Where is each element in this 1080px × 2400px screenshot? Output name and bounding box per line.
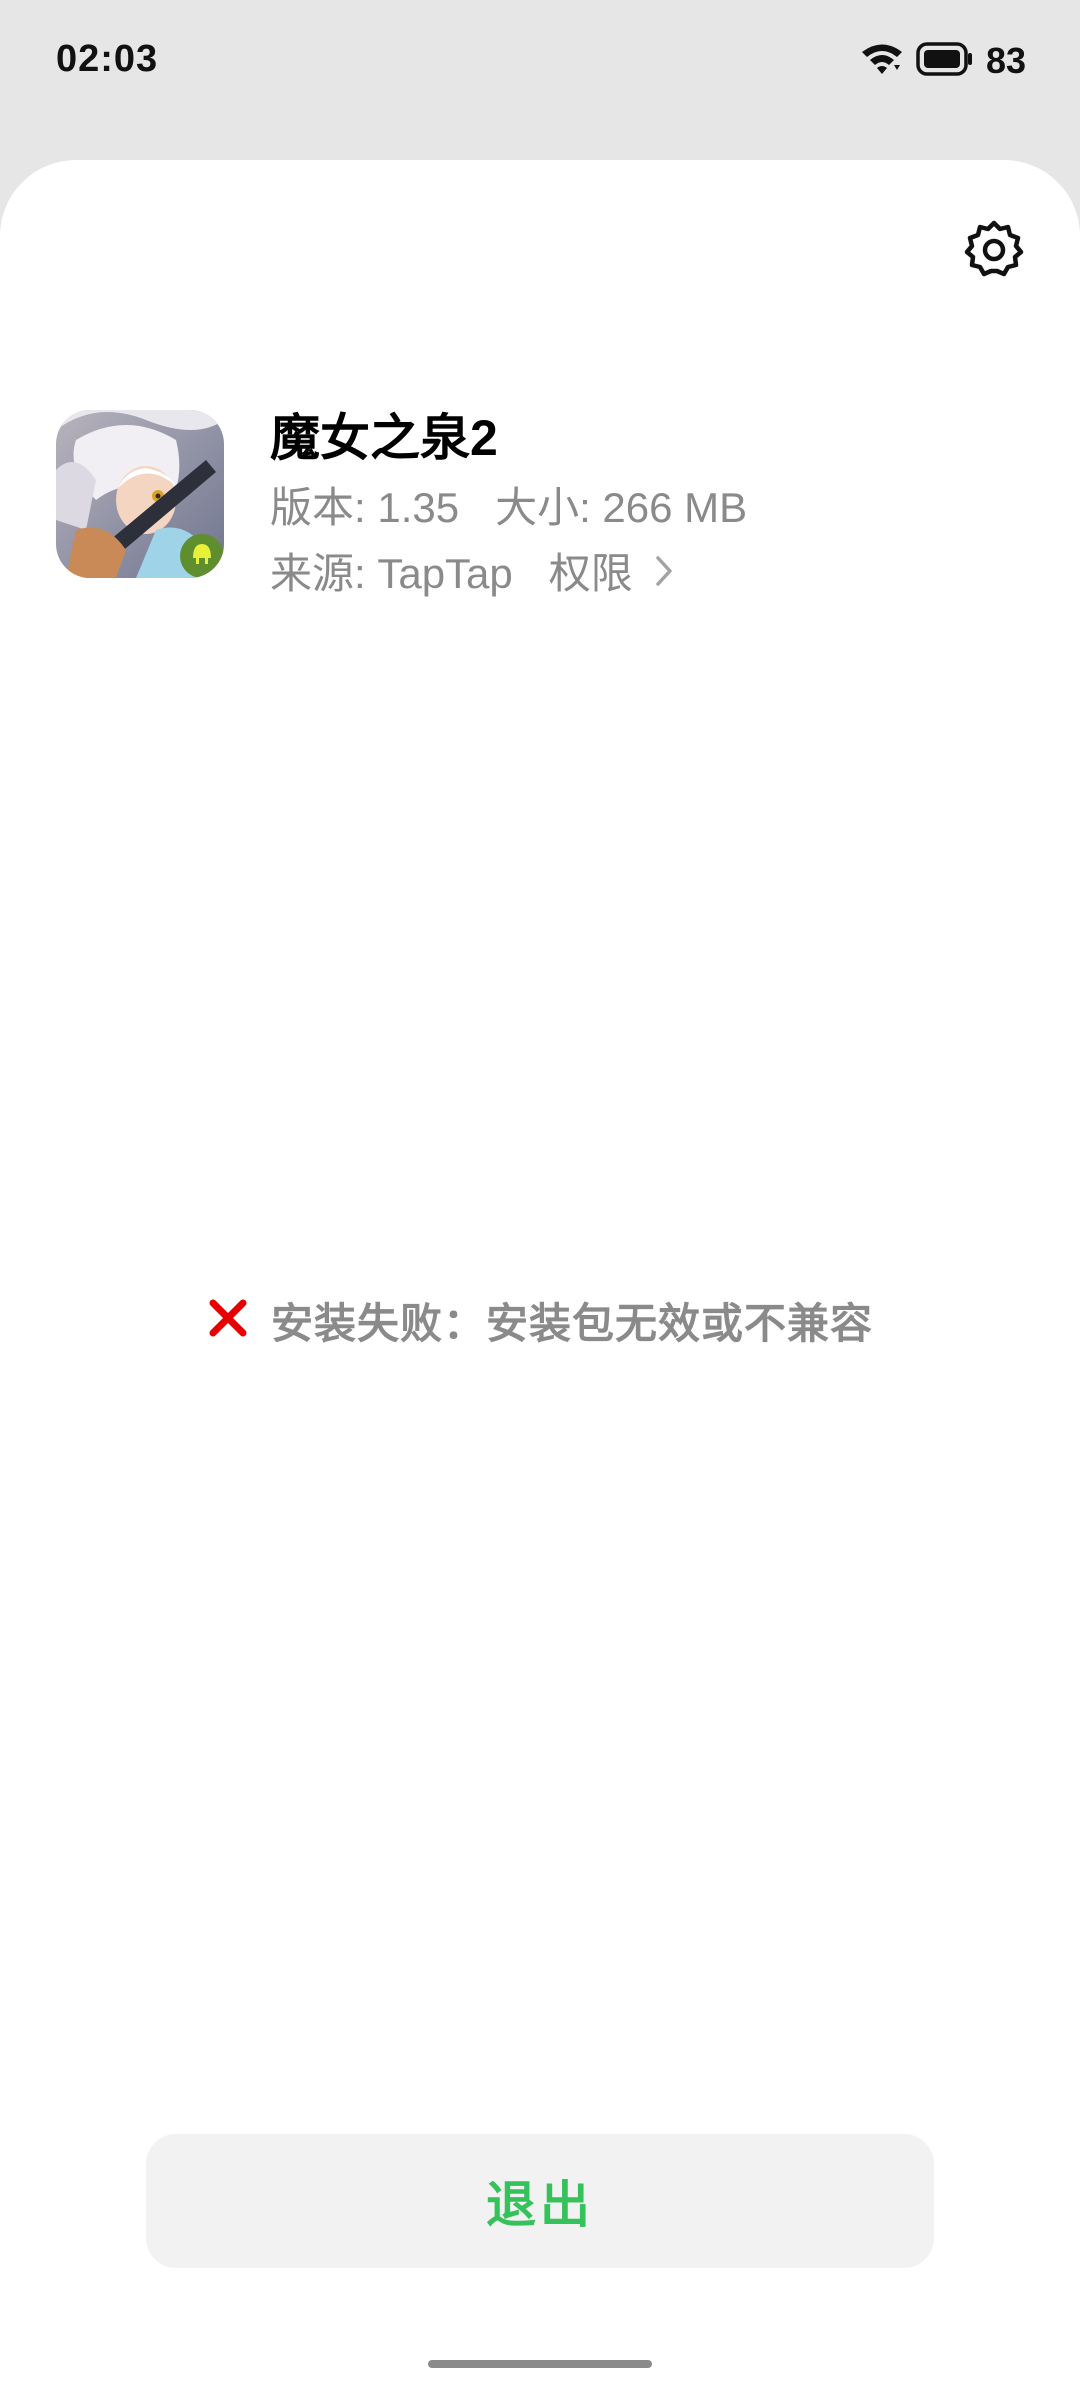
status-icons: 83 bbox=[860, 40, 1026, 82]
permissions-link[interactable]: 权限 bbox=[549, 540, 673, 601]
permissions-label: 权限 bbox=[548, 550, 633, 597]
settings-button[interactable] bbox=[962, 220, 1026, 284]
install-result: 安装失败：安装包无效或不兼容 bbox=[0, 1290, 1080, 1351]
app-meta-version-size: 版本: 1.35 大小: 266 MB bbox=[270, 474, 747, 535]
install-failure-message: 安装失败：安装包无效或不兼容 bbox=[270, 1300, 873, 1347]
app-size: 大小: 266 MB bbox=[495, 484, 748, 531]
status-bar: 02:03 83 bbox=[0, 0, 1080, 130]
battery-icon bbox=[916, 41, 974, 81]
exit-button[interactable]: 退出 bbox=[146, 2134, 934, 2268]
battery-level: 83 bbox=[985, 40, 1026, 81]
app-meta-source: 来源: TapTap 权限 bbox=[270, 540, 673, 601]
exit-button-label: 退出 bbox=[486, 2177, 594, 2233]
wifi-icon bbox=[860, 41, 904, 82]
app-name: 魔女之泉2 bbox=[270, 410, 498, 466]
app-source: 来源: TapTap bbox=[270, 550, 513, 597]
installer-screen: 02:03 83 魔女之泉2 版本: 1.35 大小: 266 MB 来源: T… bbox=[0, 0, 1080, 2400]
home-indicator[interactable] bbox=[428, 2360, 652, 2368]
status-time: 02:03 bbox=[56, 38, 159, 80]
close-icon bbox=[207, 1297, 249, 1344]
gear-icon bbox=[964, 220, 1024, 285]
chevron-right-icon bbox=[655, 549, 673, 597]
app-version: 版本: 1.35 bbox=[270, 484, 460, 531]
app-icon bbox=[56, 410, 224, 578]
